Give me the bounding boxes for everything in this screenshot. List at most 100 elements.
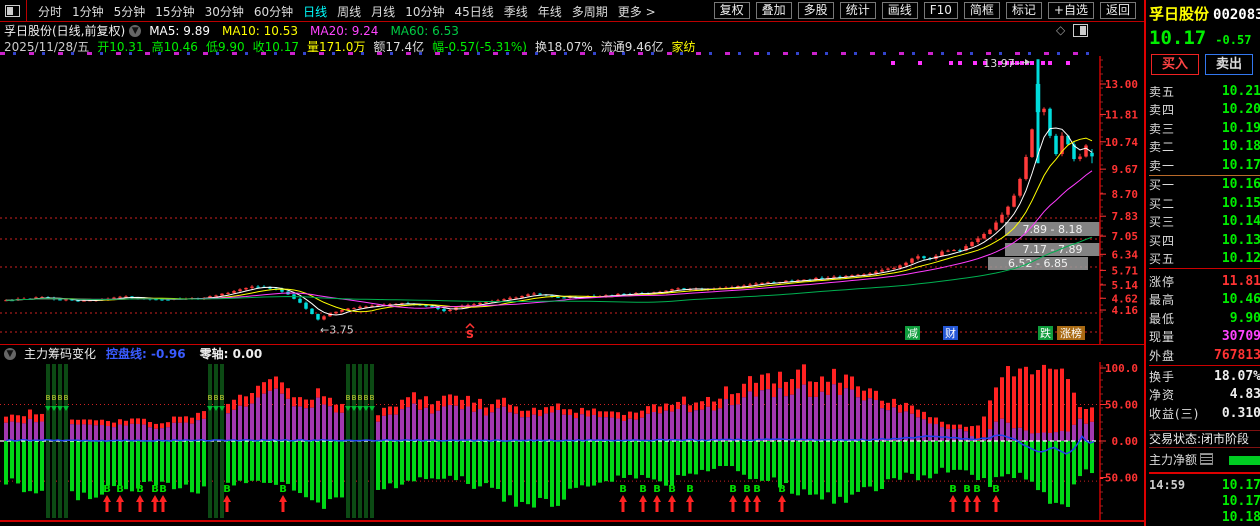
period-tab-1[interactable]: 分时 [38,5,62,19]
svg-text:B: B [116,484,124,495]
tool-button-9[interactable]: +自选 [1048,2,1094,19]
tool-button-2[interactable]: 叠加 [756,2,792,19]
period-tab-11[interactable]: 45日线 [454,5,493,19]
svg-text:B: B [352,394,357,402]
chevron-down-icon[interactable]: ▼ [4,348,16,360]
tool-button-7[interactable]: 简框 [964,2,1000,19]
book-divider [1149,268,1260,269]
svg-text:B: B [743,484,751,495]
bid-label: 买五 [1149,250,1175,267]
svg-text:0.00: 0.00 [1112,435,1139,448]
svg-text:-50.00: -50.00 [1098,472,1138,485]
svg-text:B: B [973,484,981,495]
window-icon[interactable] [5,5,20,17]
stat-value: 0.310 [1222,406,1260,421]
chevron-down-icon[interactable]: ▼ [129,25,141,37]
bid-label: 买二 [1149,195,1175,212]
tool-button-10[interactable]: 返回 [1100,2,1136,19]
tool-button-3[interactable]: 多股 [798,2,834,19]
svg-text:13.00: 13.00 [1105,78,1138,91]
main-flow-row[interactable]: 主力净额 [1149,450,1260,470]
ask-row: 卖五 10.21 [1149,82,1260,101]
svg-text:B: B [639,484,647,495]
ask-row: 卖三10.19 [1149,119,1260,138]
ask-price: 10.21 [1222,84,1260,99]
svg-text:←3.75: ←3.75 [320,324,354,337]
ma-line-10 [6,138,1092,312]
period-tab-7[interactable]: 日线 [303,5,327,19]
stock-terminal: 分时 1分钟 5分钟 15分钟 30分钟 60分钟日线周线月线 10分钟 45日线季线年线多周… [0,0,1260,526]
period-tab-3[interactable]: 5分钟 [114,5,146,19]
tool-button-6[interactable]: F10 [924,2,958,19]
split-window-icon[interactable] [1073,24,1088,37]
diamond-icon[interactable]: ◇ [1056,23,1065,37]
period-tab-8[interactable]: 周线 [337,5,361,19]
tick-list: 14:5910.1710.1710.18 [1149,477,1260,525]
stat-label: 现量 [1149,328,1175,345]
tick-price: 10.17 [1222,478,1260,493]
bid-row: 买一10.16 [1149,176,1260,195]
period-tab-14[interactable]: 多周期 [572,5,608,19]
sell-button[interactable]: 卖出 [1205,54,1253,75]
ma-legend: MA5: 9.89MA10: 10.53MA20: 9.24MA60: 6.53 [149,24,471,38]
period-tab-10[interactable]: 10分钟 [405,5,444,19]
daily-info-line: 2025/11/28/五开10.31高10.46低9.90收10.17量171.… [4,39,1144,53]
period-tab-13[interactable]: 年线 [538,5,562,19]
bid-label: 买三 [1149,213,1175,230]
stat-value: 10.46 [1222,292,1260,307]
stat-row: 外盘767813 [1149,346,1260,365]
stock-name: 孚日股份 [1149,5,1209,23]
ask-label: 卖五 [1149,83,1175,100]
svg-text:9.67: 9.67 [1112,163,1139,176]
list-icon[interactable] [1200,453,1213,465]
stat-row: 净资4.83 [1149,386,1260,405]
svg-text:B: B [364,394,369,402]
svg-text:8.70: 8.70 [1112,188,1139,201]
stats-divider [1149,365,1260,366]
svg-text:B: B [686,484,694,495]
main-flow-label: 主力净额 [1149,453,1197,467]
bid-row: 买三10.14 [1149,213,1260,232]
svg-text:B: B [103,484,111,495]
last-price: 10.17 [1149,27,1206,49]
period-tab-9[interactable]: 月线 [371,5,395,19]
period-tab-4[interactable]: 15分钟 [155,5,194,19]
indicator-canvas[interactable]: BBBBBBBBBBBBBBBBBBBBBBBBBBBBBBBB100.050.… [0,362,1144,520]
period-tab-15[interactable]: 更多 > [618,5,656,19]
svg-text:B: B [963,484,971,495]
tick-row: 14:5910.17 [1149,477,1260,493]
period-tab-6[interactable]: 60分钟 [254,5,293,19]
svg-text:B: B [220,394,225,402]
svg-text:B: B [64,394,69,402]
tick-row: 10.17 [1149,493,1260,509]
buy-button[interactable]: 买入 [1151,54,1199,75]
indicator-header: ▼ 主力筹码变化 控盘线: -0.96零轴: 0.00 [4,346,1140,361]
svg-text:B: B [949,484,957,495]
period-tab-5[interactable]: 30分钟 [205,5,244,19]
svg-text:10.74: 10.74 [1105,136,1138,149]
trade-status: 交易状态:闭市阶段 [1149,430,1260,448]
candles-layer [4,59,1094,320]
tool-button-5[interactable]: 画线 [882,2,918,19]
tool-button-8[interactable]: 标记 [1006,2,1042,19]
tick-price: 10.17 [1222,494,1260,509]
bid-label: 买四 [1149,232,1175,249]
stat-label: 最低 [1149,310,1175,327]
main-chart-canvas[interactable]: 7.89 - 8.187.17 - 7.896.52 - 6.8513.97←3… [0,56,1144,345]
svg-text:B: B [753,484,761,495]
svg-text:B: B [729,484,737,495]
svg-text:7.17 - 7.89: 7.17 - 7.89 [1023,243,1083,256]
period-tab-12[interactable]: 季线 [504,5,528,19]
indicator-value-1: 控盘线: -0.96 [106,347,186,361]
tool-button-1[interactable]: 复权 [714,2,750,19]
stat-value: 18.07% [1214,369,1260,384]
signal-ribbon [0,52,1100,55]
ask-price: 10.19 [1222,121,1260,136]
bid-label: 买一 [1149,176,1175,193]
period-tab-2[interactable]: 1分钟 [72,5,104,19]
tool-button-4[interactable]: 统计 [840,2,876,19]
price-change: -0.57 [1215,33,1251,47]
ma-label-4: MA60: 6.53 [390,24,458,38]
ma-line-20 [6,171,1092,308]
stat-value: 30709 [1222,329,1260,344]
